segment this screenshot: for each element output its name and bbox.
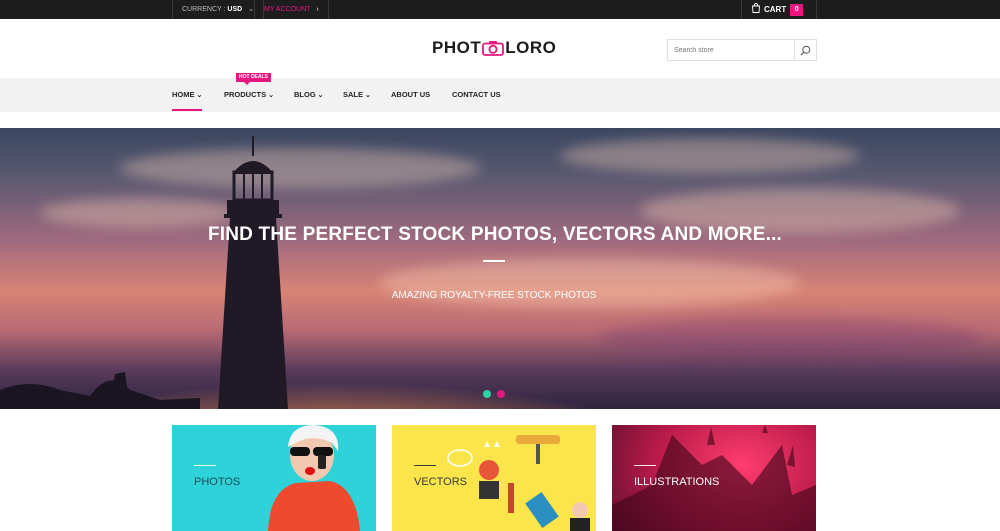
logo-text-right: LORO (505, 38, 557, 57)
chevron-down-icon: ⌄ (365, 92, 371, 99)
nav-item-contact-us[interactable]: CONTACT US (452, 78, 501, 112)
search-icon (800, 45, 811, 55)
hero-divider (483, 260, 505, 262)
nav-item-sale[interactable]: SALE ⌄ (343, 78, 371, 112)
currency-value: USD (227, 6, 243, 13)
hero-subtitle: AMAZING ROYALTY-FREE STOCK PHOTOS (391, 290, 597, 301)
currency-selector[interactable]: CURRENCY : USD ⌄ (172, 0, 264, 19)
currency-label: CURRENCY : (182, 6, 226, 13)
hero-title: FIND THE PERFECT STOCK PHOTOS, VECTORS A… (207, 224, 783, 245)
my-account-label: MY ACCOUNT (264, 6, 311, 13)
hero-slider[interactable]: FIND THE PERFECT STOCK PHOTOS, VECTORS A… (0, 128, 1000, 409)
slider-dot-1[interactable] (483, 390, 491, 398)
search-input[interactable] (668, 40, 794, 60)
top-bar: CURRENCY : USD ⌄ MY ACCOUNT › CART 0 (0, 0, 1000, 19)
search-box (667, 39, 817, 61)
nav-item-about-us[interactable]: ABOUT US (391, 78, 430, 112)
category-label: ILLUSTRATIONS (634, 476, 720, 488)
chevron-right-icon: › (316, 6, 319, 13)
nav-item-label: CONTACT US (452, 90, 501, 99)
nav-item-label: SALE (343, 90, 364, 99)
shopping-bag-icon (752, 3, 760, 13)
category-tile-vectors[interactable]: VECTORS (392, 425, 596, 531)
nav-item-blog[interactable]: BLOG ⌄ (294, 78, 324, 112)
chevron-down-icon: ⌄ (196, 92, 203, 99)
site-logo[interactable]: PHOT LORO (432, 37, 556, 59)
nav-item-label: HOME (172, 90, 195, 99)
nav-item-label: BLOG (294, 90, 316, 99)
chevron-down-icon: ⌄ (317, 92, 324, 99)
site-header: PHOT LORO (0, 19, 1000, 78)
cart-button[interactable]: CART 0 (741, 0, 817, 19)
camera-icon (482, 41, 505, 56)
main-navigation: HOME ⌄ PRODUCTS ⌄ BLOG ⌄ SALE ⌄ ABOUT US CON… (0, 78, 1000, 112)
category-label: VECTORS (414, 476, 467, 488)
my-account-link[interactable]: MY ACCOUNT › (254, 0, 329, 19)
nav-item-label: PRODUCTS (224, 90, 267, 99)
nav-item-label: ABOUT US (391, 90, 431, 99)
hot-deals-badge: HOT DEALS (236, 73, 271, 85)
search-button[interactable] (794, 40, 816, 60)
lighthouse-silhouette (0, 136, 288, 409)
slider-dot-2[interactable] (497, 390, 505, 398)
category-tile-photos[interactable]: PHOTOS (172, 425, 376, 531)
logo-text-left: PHOT (432, 38, 482, 57)
category-tile-illustrations[interactable]: ILLUSTRATIONS (612, 425, 816, 531)
cart-label: CART (764, 5, 787, 14)
chevron-down-icon: ⌄ (268, 92, 274, 99)
category-label: PHOTOS (194, 476, 241, 488)
cart-count-badge: 0 (790, 4, 804, 16)
nav-item-home[interactable]: HOME ⌄ (172, 78, 203, 112)
